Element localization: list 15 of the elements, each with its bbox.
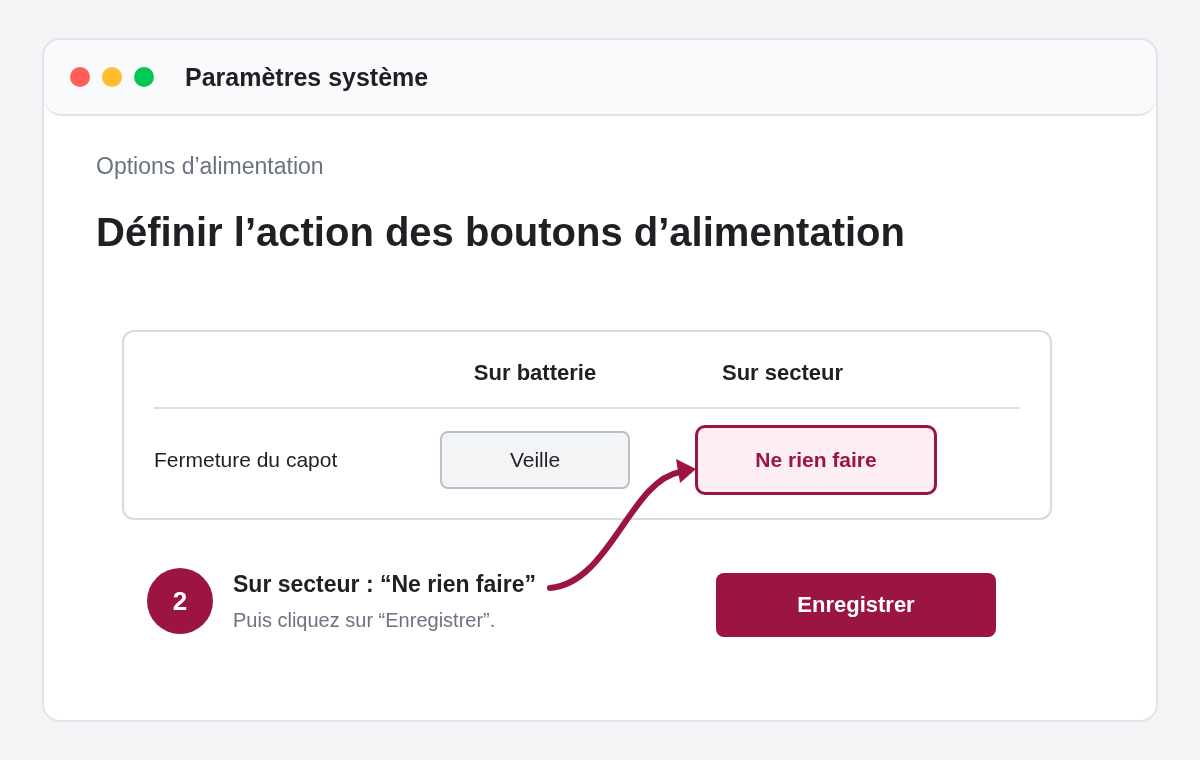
breadcrumb: Options d’alimentation [96,152,325,181]
column-header: Sur batterie [472,359,598,387]
action-selector[interactable]: Veille [440,431,630,489]
close-button[interactable] [70,67,90,87]
step-title: Sur secteur : “Ne rien faire” [233,570,536,599]
zoom-button[interactable] [134,67,154,87]
column-header: Sur secteur [721,359,845,387]
step-hint: Puis cliquez sur “Enregistrer”. [233,608,496,633]
action-selector[interactable]: Ne rien faire [695,425,937,495]
minimize-button[interactable] [102,67,122,87]
row-label: Fermeture du capot [154,448,339,472]
step-number-badge: 2 [147,568,213,634]
page-heading: Définir l’action des boutons d’alimentation [96,209,906,255]
window-title: Paramètres système [185,62,429,92]
save-button[interactable]: Enregistrer [716,573,996,637]
